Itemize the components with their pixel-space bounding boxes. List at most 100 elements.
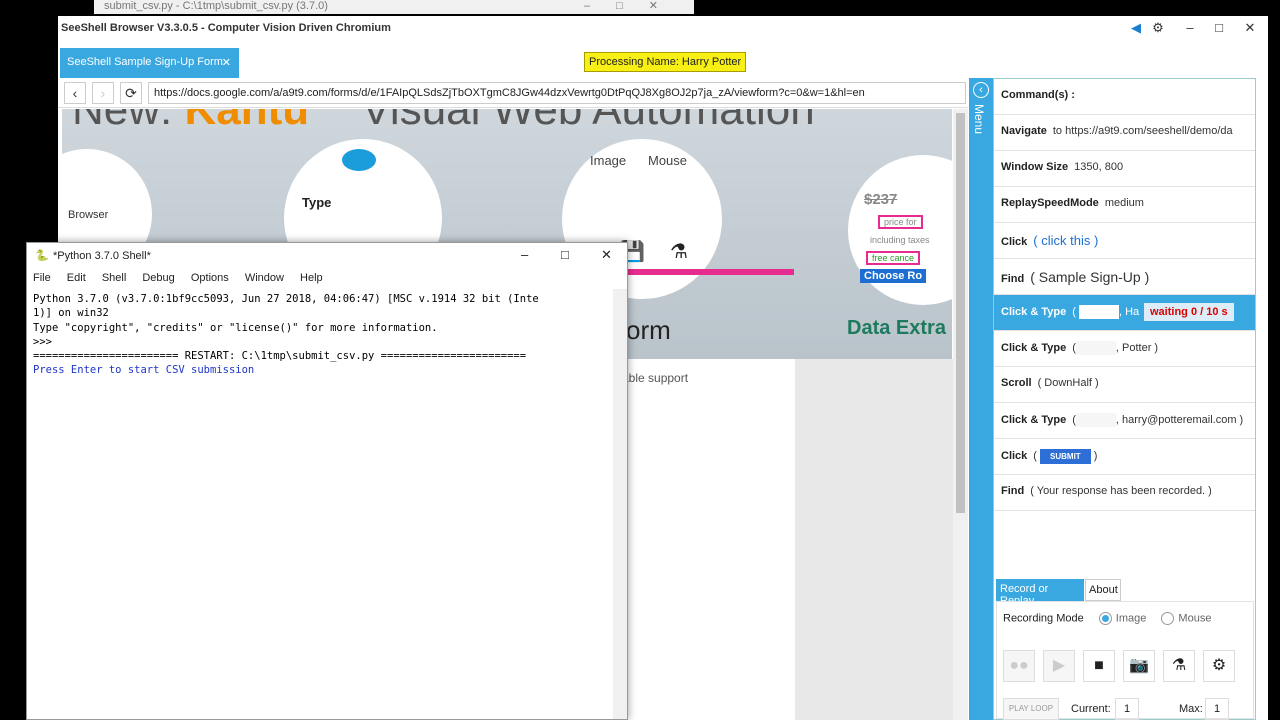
address-bar[interactable]: https://docs.google.com/a/a9t9.com/forms… bbox=[148, 82, 966, 104]
close-button[interactable]: ✕ bbox=[1240, 20, 1260, 36]
record-icon[interactable]: ●● bbox=[1003, 650, 1035, 682]
banner-circle-price: $237 price for including taxes free canc… bbox=[848, 155, 952, 305]
command-row[interactable]: Find ( Sample Sign-Up ) bbox=[994, 259, 1255, 295]
form-side-background bbox=[795, 359, 953, 720]
python-icon: 🐍 bbox=[35, 250, 49, 262]
background-editor-titlebar[interactable]: submit_csv.py - C:\1tmp\submit_csv.py (3… bbox=[94, 0, 694, 14]
command-row-active[interactable]: Click & Type ( , Ha waiting 0 / 10 s bbox=[994, 295, 1255, 331]
settings-gear-icon[interactable]: ⚙ bbox=[1203, 650, 1235, 682]
radio-mouse[interactable] bbox=[1161, 612, 1175, 625]
command-name: Click bbox=[1001, 236, 1028, 248]
browser-titlebar: SeeShell Browser V3.3.0.5 - Computer Vis… bbox=[58, 16, 1268, 44]
chevron-left-icon[interactable]: ‹ bbox=[973, 82, 989, 98]
menu-shell[interactable]: Shell bbox=[102, 272, 126, 284]
play-icon[interactable]: ▶ bbox=[1043, 650, 1075, 682]
commands-header: Command(s) : bbox=[994, 79, 1255, 115]
console-line: Python 3.7.0 (v3.7.0:1bf9cc5093, Jun 27 … bbox=[33, 293, 539, 305]
tab-about[interactable]: About bbox=[1085, 579, 1121, 601]
command-row[interactable]: ReplaySpeedMode medium bbox=[994, 187, 1255, 223]
maximize-button[interactable]: □ bbox=[1209, 20, 1229, 35]
minimize-button[interactable]: – bbox=[521, 247, 528, 262]
tab-bar: SeeShell Sample Sign-Up Form ✕ Processin… bbox=[58, 44, 968, 78]
banner-prefix: New: bbox=[72, 109, 173, 134]
command-row[interactable]: Click ( click this ) bbox=[994, 223, 1255, 259]
menu-toggle-strip[interactable]: ‹ Menu bbox=[969, 78, 993, 720]
maximize-button[interactable]: □ bbox=[561, 247, 569, 262]
menu-debug[interactable]: Debug bbox=[142, 272, 174, 284]
browser-label: Browser bbox=[68, 209, 109, 221]
banner-rest: Visual Web Automation bbox=[361, 109, 815, 134]
command-value: medium bbox=[1104, 197, 1144, 209]
radio-mouse-label: Mouse bbox=[1178, 612, 1212, 625]
form-title: orm bbox=[626, 315, 671, 345]
command-row[interactable]: Find ( Your response has been recorded. ) bbox=[994, 475, 1255, 511]
cloud-icon bbox=[342, 149, 376, 171]
forward-button[interactable]: › bbox=[92, 82, 114, 104]
command-name: Navigate bbox=[1001, 125, 1047, 137]
menu-file[interactable]: File bbox=[33, 272, 51, 284]
command-value-2: , harry@potteremail.com ) bbox=[1115, 413, 1244, 426]
command-row[interactable]: Click & Type(, harry@potteremail.com ) bbox=[994, 403, 1255, 439]
scrollbar-thumb[interactable] bbox=[956, 113, 965, 513]
reload-button[interactable]: ⟳ bbox=[120, 82, 142, 104]
stop-icon[interactable]: ■ bbox=[1083, 650, 1115, 682]
form-subtitle: able support bbox=[622, 371, 689, 385]
command-value-2: , Ha bbox=[1118, 305, 1140, 318]
console-prompt: >>> bbox=[33, 335, 59, 348]
command-image-thumb bbox=[1078, 305, 1119, 319]
command-name: Click & Type bbox=[1001, 413, 1067, 426]
gear-icon[interactable]: ⚙ bbox=[1148, 20, 1168, 36]
command-name: Click & Type bbox=[1001, 341, 1067, 354]
flask-icon[interactable]: ⚗ bbox=[1163, 650, 1195, 682]
command-row[interactable]: Navigate to https://a9t9.com/seeshell/dem… bbox=[994, 115, 1255, 151]
recording-mode: Recording Mode Image Mouse bbox=[1003, 612, 1211, 625]
tab-close-icon[interactable]: ✕ bbox=[222, 56, 231, 69]
radio-image[interactable] bbox=[1098, 612, 1112, 625]
python-shell-titlebar: 🐍 *Python 3.7.0 Shell* – □ ✕ bbox=[27, 243, 627, 269]
command-name: Find bbox=[1001, 485, 1025, 497]
taxes-label: including taxes bbox=[870, 235, 930, 245]
command-row[interactable]: Click & Type(, Potter ) bbox=[994, 331, 1255, 367]
play-loop-button[interactable]: PLAY LOOP bbox=[1003, 698, 1059, 720]
record-controls: Recording Mode Image Mouse ●● ▶ ■ 📷 ⚗ ⚙ … bbox=[996, 601, 1254, 720]
console-line: ======================= RESTART: C:\1tmp… bbox=[33, 350, 527, 363]
menu-edit[interactable]: Edit bbox=[67, 272, 86, 284]
command-value: ( Your response has been recorded. ) bbox=[1030, 485, 1212, 497]
command-row[interactable]: Click ( SUBMIT ) bbox=[994, 439, 1255, 475]
data-extraction-label: Data Extra bbox=[847, 317, 946, 339]
command-image-thumb bbox=[1075, 341, 1116, 355]
command-name: ReplaySpeedMode bbox=[1001, 197, 1099, 209]
command-row[interactable]: Window Size 1350, 800 bbox=[994, 151, 1255, 187]
command-value: ( bbox=[1033, 450, 1037, 462]
choose-room-label: Choose Ro bbox=[860, 269, 927, 283]
pin-icon[interactable]: ◀ bbox=[1126, 20, 1146, 36]
background-editor-title: submit_csv.py - C:\1tmp\submit_csv.py (3… bbox=[104, 0, 328, 12]
python-console[interactable]: Python 3.7.0 (v3.7.0:1bf9cc5093, Jun 27 … bbox=[27, 289, 613, 719]
menu-help[interactable]: Help bbox=[300, 272, 323, 284]
command-value: to https://a9t9.com/seeshell/demo/da bbox=[1052, 125, 1233, 137]
minimize-button[interactable]: – bbox=[1180, 20, 1200, 35]
menu-window[interactable]: Window bbox=[245, 272, 284, 284]
console-line: 1)] on win32 bbox=[33, 307, 109, 320]
recording-mode-label: Recording Mode bbox=[1003, 612, 1084, 625]
current-input[interactable]: 1 bbox=[1115, 698, 1139, 720]
price-label: $237 bbox=[864, 191, 898, 208]
form-accent-bar bbox=[626, 269, 794, 275]
browser-title: SeeShell Browser V3.3.0.5 - Computer Vis… bbox=[61, 22, 391, 34]
tab-record-or-replay[interactable]: Record or Replay bbox=[996, 579, 1084, 607]
tab-signup-form[interactable]: SeeShell Sample Sign-Up Form ✕ bbox=[60, 48, 239, 78]
camera-icon[interactable]: 📷 bbox=[1123, 650, 1155, 682]
command-row[interactable]: Scroll ( DownHalf ) bbox=[994, 367, 1255, 403]
back-button[interactable]: ‹ bbox=[64, 82, 86, 104]
close-button[interactable]: ✕ bbox=[601, 247, 612, 263]
python-scrollbar[interactable] bbox=[613, 289, 627, 719]
max-label: Max: bbox=[1179, 703, 1203, 715]
background-window-controls[interactable]: –□✕ bbox=[584, 0, 684, 13]
command-name: Click bbox=[1001, 450, 1028, 462]
console-line: Type "copyright", "credits" or "license(… bbox=[33, 321, 438, 334]
max-input[interactable]: 1 bbox=[1205, 698, 1229, 720]
flask-icon: ⚗ bbox=[670, 241, 688, 263]
python-menu-bar: File Edit Shell Debug Options Window Hel… bbox=[27, 269, 627, 289]
viewport-scrollbar[interactable] bbox=[953, 109, 968, 720]
menu-options[interactable]: Options bbox=[191, 272, 229, 284]
